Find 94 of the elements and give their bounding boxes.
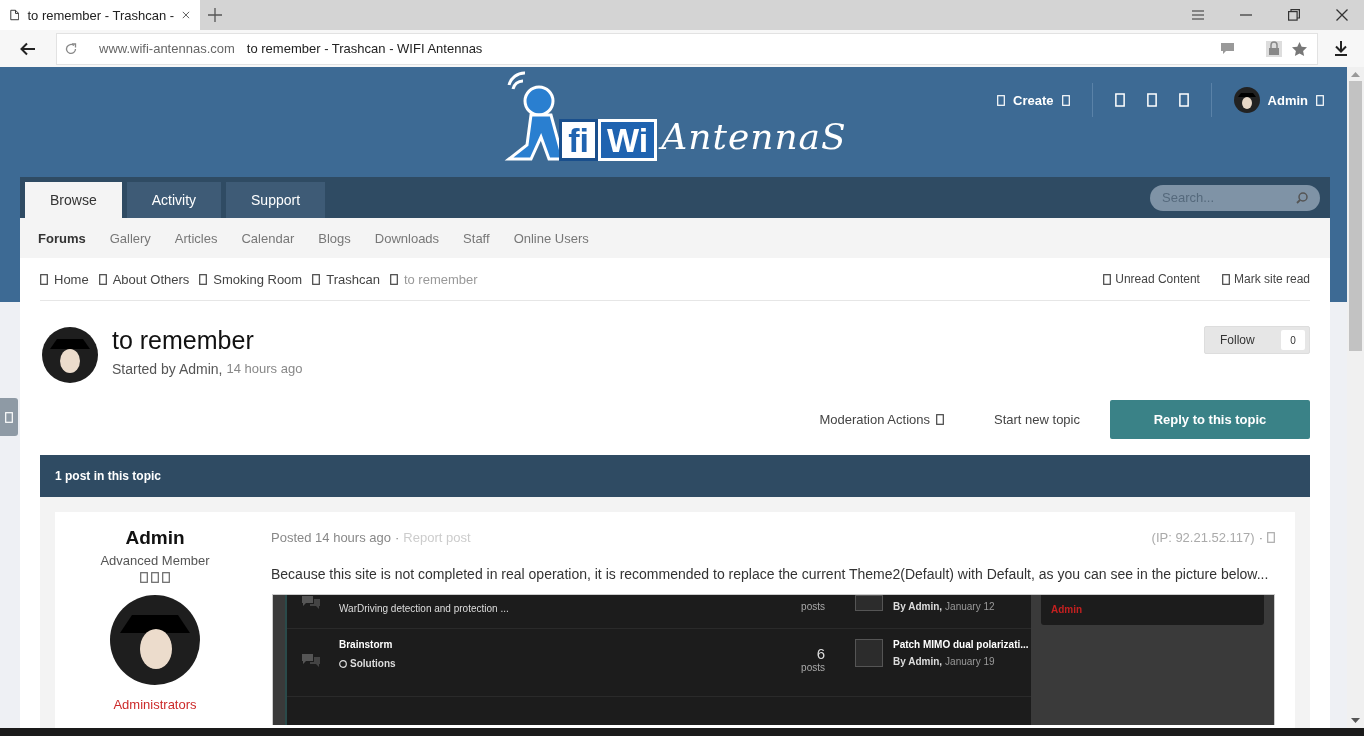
- avatar-thumbnail: [855, 595, 883, 611]
- restore-icon[interactable]: [1288, 9, 1300, 21]
- scrollbar-thumb[interactable]: [1349, 81, 1362, 351]
- author-group: Administrators: [113, 697, 197, 712]
- start-topic-link[interactable]: Start new topic: [994, 412, 1080, 427]
- last-post-date: January 12: [945, 601, 995, 612]
- star-icon[interactable]: [1292, 41, 1307, 56]
- action-link[interactable]: Mark site read: [1233, 272, 1310, 286]
- ip-address: (IP: 92.21.52.117): [1151, 530, 1255, 545]
- new-tab-icon[interactable]: [208, 8, 222, 22]
- nav-tab[interactable]: Activity: [126, 182, 222, 218]
- reload-icon[interactable]: [65, 42, 77, 55]
- back-arrow-icon[interactable]: [20, 41, 36, 56]
- browser-tab[interactable]: to remember - Trashcan -: [0, 0, 200, 30]
- breadcrumb-link[interactable]: Home: [54, 271, 89, 287]
- address-field[interactable]: www.wifi-antennas.com to remember - Trashcan - WIFI Antennas: [56, 32, 1318, 65]
- placeholder-box-icon: [40, 273, 48, 285]
- post-text: Because this site is not completed in real operation, it is recommended to replace the current Theme2(Default) with Default, as you can see in the picture below...: [271, 565, 1270, 584]
- placeholder-box-icon: [1061, 94, 1070, 106]
- separator-dot: ·: [1258, 530, 1263, 545]
- placeholder-box-icon: [5, 411, 13, 423]
- nav-tab[interactable]: Support: [226, 182, 326, 218]
- logo-text: Wi: [598, 119, 658, 161]
- placeholder-box-icon: [997, 94, 1006, 106]
- subnav-link[interactable]: Staff: [461, 230, 508, 246]
- scroll-up-icon[interactable]: [1351, 72, 1360, 77]
- chat-bubbles-icon: [301, 653, 321, 667]
- lock-icon[interactable]: [1266, 40, 1282, 57]
- author-name[interactable]: Admin: [125, 527, 185, 549]
- breadcrumb-link[interactable]: About Others: [112, 271, 190, 287]
- avatar-thumbnail: [855, 639, 883, 667]
- placeholder-box-icon: [312, 273, 321, 285]
- moderation-menu[interactable]: Moderation Actions: [819, 412, 944, 427]
- author-line: Started by Admin,: [112, 361, 223, 377]
- last-post-author: By Admin,: [893, 656, 943, 667]
- last-post-title[interactable]: Patch MIMO dual polarizati...: [893, 639, 1029, 650]
- last-post-author: By Admin,: [893, 601, 943, 612]
- placeholder-box-icon: [199, 273, 208, 285]
- search-icon[interactable]: [1296, 191, 1308, 204]
- subnav-link[interactable]: Online Users: [511, 230, 607, 246]
- separator-dot: ·: [395, 530, 400, 545]
- download-icon[interactable]: [1334, 41, 1348, 56]
- nav-tab[interactable]: Browse: [25, 182, 122, 218]
- placeholder-box-icon: [140, 572, 148, 583]
- menu-icon[interactable]: [1192, 10, 1204, 20]
- follower-count: 0: [1281, 330, 1305, 350]
- placeholder-box-icon: [1221, 273, 1230, 285]
- create-menu[interactable]: Create: [997, 92, 1070, 108]
- avatar-icon: [110, 595, 200, 685]
- subnav-link[interactable]: Articles: [172, 230, 236, 246]
- subnav-link[interactable]: Calendar: [239, 230, 313, 246]
- close-icon[interactable]: [1336, 9, 1348, 21]
- placeholder-box-icon: [936, 414, 944, 425]
- avatar-icon: [42, 327, 98, 383]
- logo-text: fi: [559, 119, 599, 161]
- placeholder-box-icon: [1103, 273, 1112, 285]
- placeholder-box-icon: [1316, 94, 1324, 106]
- post-time: 14 hours ago: [226, 361, 303, 377]
- side-tab[interactable]: [0, 398, 18, 436]
- subnav-link[interactable]: Blogs: [316, 230, 369, 246]
- circle-icon: [339, 659, 347, 668]
- subnav-link[interactable]: Forums: [38, 230, 104, 246]
- close-icon[interactable]: [182, 10, 190, 20]
- scroll-down-icon[interactable]: [1351, 718, 1360, 723]
- author-rank: Advanced Member: [100, 553, 210, 568]
- forum-description: WarDriving detection and protection ...: [339, 603, 510, 614]
- placeholder-box-icon: [389, 273, 398, 285]
- post-count: 1 post in this topic: [55, 469, 161, 483]
- page-icon: [10, 8, 20, 22]
- placeholder-box-icon: [98, 273, 107, 285]
- forum-title[interactable]: Brainstorm: [339, 639, 749, 650]
- reply-button[interactable]: Reply to this topic: [1110, 400, 1310, 439]
- placeholder-box-icon: [1267, 532, 1275, 543]
- user-menu[interactable]: Admin: [1233, 87, 1324, 113]
- subforum-link[interactable]: Solutions: [350, 658, 396, 669]
- breadcrumb-link[interactable]: Smoking Room: [213, 271, 303, 287]
- follow-button[interactable]: Follow 0: [1204, 326, 1310, 354]
- subnav-link[interactable]: Downloads: [372, 230, 458, 246]
- post-count: 6: [815, 645, 825, 662]
- breadcrumb-link[interactable]: Trashcan: [326, 271, 380, 287]
- subnav-link[interactable]: Gallery: [107, 230, 169, 246]
- count-label: posts: [800, 662, 825, 673]
- action-link[interactable]: Unread Content: [1115, 272, 1200, 286]
- post-date: Posted 14 hours ago: [271, 530, 391, 545]
- avatar-icon: [1233, 87, 1260, 113]
- topic-title: to remember: [112, 326, 255, 355]
- last-post-date: January 19: [945, 656, 995, 667]
- placeholder-box-icon[interactable]: [1114, 93, 1125, 107]
- placeholder-box-icon: [151, 572, 159, 583]
- count-label: posts: [800, 601, 825, 612]
- comment-icon[interactable]: [1221, 42, 1234, 55]
- placeholder-box-icon: [162, 572, 170, 583]
- placeholder-box-icon[interactable]: [1146, 93, 1157, 107]
- placeholder-box-icon[interactable]: [1178, 93, 1189, 107]
